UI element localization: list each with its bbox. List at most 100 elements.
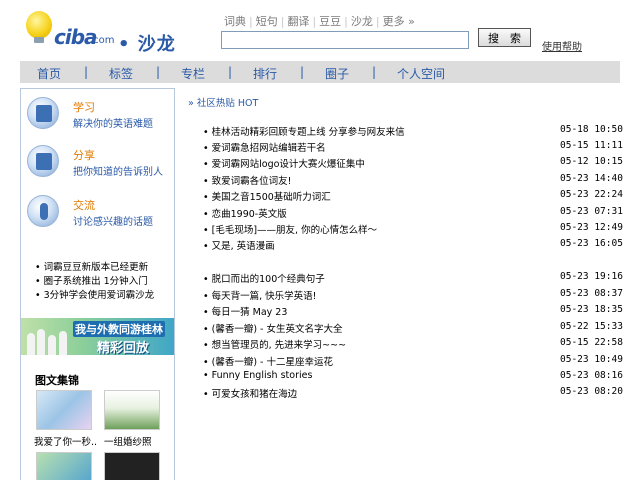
gallery-caption[interactable]: 一组婚纱照 [104, 434, 152, 448]
post-row: • [毛毛现场]——朋友, 你的心情怎么样～ 05-23 12:49 [203, 222, 623, 236]
feature-subtitle[interactable]: 讨论感兴趣的话题 [73, 213, 153, 228]
banner-figure [27, 333, 35, 355]
banner-figure [48, 335, 56, 355]
gallery-caption[interactable]: 我爱了你一秒.. [34, 434, 97, 448]
search-input[interactable] [221, 31, 469, 49]
feature-subtitle[interactable]: 解决你的英语难题 [73, 115, 153, 130]
post-title[interactable]: • (馨香一瓣) - 十二星座幸运花 [203, 354, 333, 368]
gallery-thumbnail[interactable] [36, 390, 92, 430]
feature-title[interactable]: 分享 [73, 147, 95, 163]
post-row: • 脱口而出的100个经典句子 05-23 19:16 [203, 271, 623, 285]
study-icon [27, 97, 59, 129]
post-row: • 又是, 英语漫画 05-23 16:05 [203, 238, 623, 252]
post-title[interactable]: • 每天背一篇, 快乐学英语! [203, 288, 316, 302]
nav-separator: | [156, 65, 161, 79]
top-link-doudou[interactable]: 豆豆 [319, 15, 341, 28]
post-title[interactable]: • 美国之音1500基础听力词汇 [203, 189, 331, 203]
lightbulb-icon [26, 11, 52, 39]
post-row: • 美国之音1500基础听力词汇 05-23 22:24 [203, 189, 623, 203]
feature-title[interactable]: 交流 [73, 197, 95, 213]
post-row: • 爱词霸急招网站编辑若干名 05-15 11:11 [203, 140, 623, 154]
top-links: 词典 | 短句 | 翻译 | 豆豆 | 沙龙 | 更多 » [224, 15, 415, 28]
post-date: 05-23 07:31 [560, 206, 623, 217]
nav-ranking[interactable]: 排行 [253, 65, 277, 82]
post-title[interactable]: • (馨香一瓣) - 女生英文名字大全 [203, 321, 343, 335]
feature-subtitle[interactable]: 把你知道的告诉别人 [73, 163, 163, 178]
post-row: • (馨香一瓣) - 女生英文名字大全 05-22 15:33 [203, 321, 623, 335]
post-title[interactable]: • 桂林活动精彩回顾专题上线 分享参与网友来信 [203, 124, 405, 138]
help-link[interactable]: 使用帮助 [542, 38, 582, 53]
nav-separator: | [300, 65, 305, 79]
nav-tags[interactable]: 标签 [109, 65, 133, 82]
nav-personal-space[interactable]: 个人空间 [397, 65, 445, 82]
top-link-salon[interactable]: 沙龙 [351, 15, 373, 28]
post-title[interactable]: • 可爱女孩和猪在海边 [203, 386, 297, 400]
post-date: 05-23 12:49 [560, 222, 623, 233]
banner-figure [59, 331, 67, 355]
feature-discuss[interactable]: 交流 讨论感兴趣的话题 [27, 195, 172, 243]
post-title[interactable]: • [毛毛现场]——朋友, 你的心情怎么样～ [203, 222, 377, 236]
news-list: • 词霸豆豆新版本已经更新 • 圈子系统推出 1分钟入门 • 3分钟学会使用爱词… [35, 261, 154, 303]
feature-share[interactable]: 分享 把你知道的告诉别人 [27, 145, 172, 193]
post-date: 05-15 22:58 [560, 337, 623, 348]
logo-domain: .com [90, 35, 115, 46]
post-title[interactable]: • 爱词霸网站logo设计大赛火爆征集中 [203, 156, 365, 170]
post-title[interactable]: • 又是, 英语漫画 [203, 238, 275, 252]
microphone-icon [27, 195, 59, 227]
feature-study[interactable]: 学习 解决你的英语难题 [27, 97, 172, 145]
gallery-thumbnail[interactable] [36, 452, 92, 480]
nav-home[interactable]: 首页 [37, 65, 61, 82]
nav-separator: | [228, 65, 233, 79]
nav-separator: | [372, 65, 377, 79]
site-logo[interactable]: ciba .com • 沙龙 • [24, 8, 194, 77]
nav-circles[interactable]: 圈子 [325, 65, 349, 82]
news-item[interactable]: • 词霸豆豆新版本已经更新 [35, 261, 154, 275]
nav-columns[interactable]: 专栏 [181, 65, 205, 82]
post-title[interactable]: • 恋曲1990-英文版 [203, 206, 287, 220]
post-title[interactable]: • 爱词霸急招网站编辑若干名 [203, 140, 326, 154]
post-row: • 爱词霸网站logo设计大赛火爆征集中 05-12 10:15 [203, 156, 623, 170]
post-row: • 致爱词霸各位词友! 05-23 14:40 [203, 173, 623, 187]
post-date: 05-23 10:49 [560, 354, 623, 365]
top-link-translate[interactable]: 翻译 [287, 15, 309, 28]
top-link-more[interactable]: 更多 » [383, 15, 415, 28]
post-date: 05-22 15:33 [560, 321, 623, 332]
nav-separator: | [84, 65, 89, 79]
post-row: • 每天背一篇, 快乐学英语! 05-23 08:37 [203, 288, 623, 302]
gallery-thumbnail[interactable] [104, 390, 160, 430]
post-title[interactable]: • Funny English stories [203, 370, 312, 381]
section-title: » 社区热贴 HOT [188, 98, 259, 109]
lightbulb-base [34, 37, 44, 43]
post-row: • Funny English stories 05-23 08:16 [203, 370, 623, 384]
top-link-dictionary[interactable]: 词典 [224, 15, 246, 28]
banner-figure [37, 329, 45, 355]
top-link-phrases[interactable]: 短句 [256, 15, 278, 28]
post-date: 05-23 08:16 [560, 370, 623, 381]
share-icon [27, 145, 59, 177]
post-title[interactable]: • 脱口而出的100个经典句子 [203, 271, 325, 285]
post-row: • 想当管理员的, 先进来学习~~~ 05-15 22:58 [203, 337, 623, 351]
event-banner[interactable]: 我与外教同游桂林 精彩回放 [21, 318, 174, 355]
search-button[interactable]: 搜 索 [478, 28, 531, 47]
main-nav: 首页 | 标签 | 专栏 | 排行 | 圈子 | 个人空间 [20, 61, 620, 83]
post-date: 05-23 08:20 [560, 386, 623, 397]
feature-title[interactable]: 学习 [73, 99, 95, 115]
banner-title: 我与外教同游桂林 [73, 321, 165, 337]
post-date: 05-12 10:15 [560, 156, 623, 167]
gallery-thumbnail[interactable] [104, 452, 160, 480]
news-item[interactable]: • 圈子系统推出 1分钟入门 [35, 275, 154, 289]
post-row: • 桂林活动精彩回顾专题上线 分享参与网友来信 05-18 10:50 [203, 124, 623, 138]
gallery-title: 图文集锦 [35, 374, 79, 387]
post-date: 05-23 16:05 [560, 238, 623, 249]
post-date: 05-18 10:50 [560, 124, 623, 135]
post-row: • 可爱女孩和猪在海边 05-23 08:20 [203, 386, 623, 400]
post-title[interactable]: • 致爱词霸各位词友! [203, 173, 291, 187]
post-date: 05-15 11:11 [560, 140, 623, 151]
post-title[interactable]: • 每日一猜 May 23 [203, 304, 287, 318]
post-date: 05-23 22:24 [560, 189, 623, 200]
post-date: 05-23 18:35 [560, 304, 623, 315]
news-item[interactable]: • 3分钟学会使用爱词霸沙龙 [35, 289, 154, 303]
post-date: 05-23 19:16 [560, 271, 623, 282]
post-title[interactable]: • 想当管理员的, 先进来学习~~~ [203, 337, 346, 351]
banner-subtitle: 精彩回放 [97, 341, 150, 355]
